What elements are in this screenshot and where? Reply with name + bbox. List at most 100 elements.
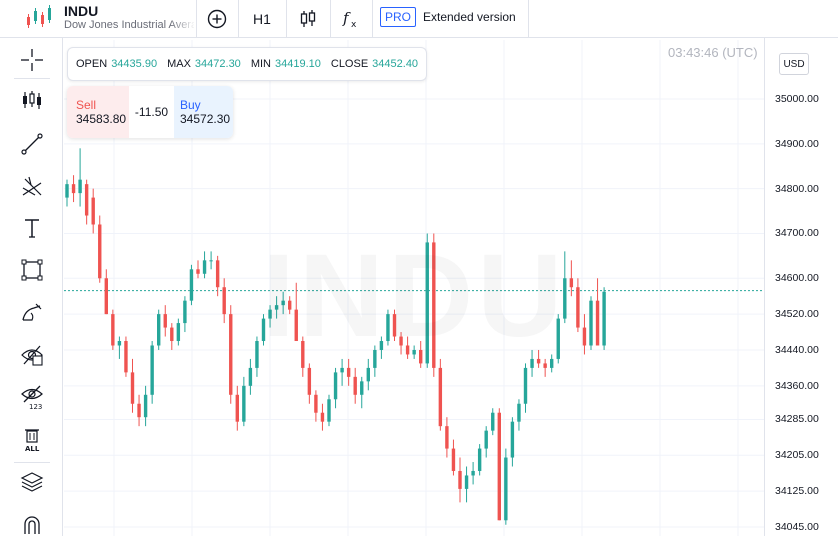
candle <box>229 305 233 404</box>
candle-body <box>340 367 344 373</box>
indicators-button[interactable]: fx <box>331 0 371 38</box>
candle <box>320 403 325 431</box>
price-tick-label: 34520.00 <box>775 308 819 321</box>
candle <box>222 278 226 324</box>
delete-all-label: ALL <box>25 445 40 453</box>
candle-body <box>484 430 488 449</box>
candle-body <box>242 385 246 422</box>
currency-button[interactable]: USD <box>779 53 809 75</box>
candle-body <box>504 457 508 521</box>
toolbar-divider <box>528 0 529 38</box>
candle-body <box>150 345 154 395</box>
buy-price: 34572.30 <box>180 112 231 126</box>
candle <box>484 426 488 458</box>
candle <box>451 439 456 476</box>
trade-panel: Sell 34583.80 -11.50 Buy 34572.30 <box>67 86 233 138</box>
candle-body <box>104 278 108 315</box>
candle <box>157 309 161 350</box>
candle-body <box>569 278 574 288</box>
svg-text:x: x <box>351 20 357 29</box>
candles-icon <box>23 91 41 109</box>
candle <box>202 251 207 279</box>
brush-tool[interactable] <box>19 299 45 325</box>
chart-type-button[interactable] <box>287 0 329 38</box>
candle <box>458 457 462 503</box>
object-tree-tool[interactable] <box>19 469 45 495</box>
candle <box>438 358 443 431</box>
text-tool[interactable] <box>19 215 45 241</box>
candle-body <box>458 470 462 489</box>
price-tick-label: 34800.00 <box>775 182 819 195</box>
sell-label: Sell <box>76 98 97 112</box>
crosshair-icon <box>21 49 43 71</box>
compare-button[interactable] <box>197 0 237 38</box>
candle-body <box>491 412 495 431</box>
candle-body <box>360 381 364 395</box>
price-tick-label: 34045.00 <box>775 521 819 533</box>
fib-tool[interactable] <box>19 173 45 199</box>
candles-icon <box>300 10 316 27</box>
candle-body <box>589 300 593 346</box>
candle <box>143 385 148 427</box>
candle-body <box>124 341 128 373</box>
candle-body <box>170 327 174 342</box>
crosshair-tool[interactable] <box>19 47 45 73</box>
timeframe-button[interactable]: H1 <box>239 0 285 38</box>
candle-body <box>366 367 370 382</box>
candle <box>65 179 69 207</box>
rectangle-tool[interactable] <box>19 257 45 283</box>
candle-body <box>183 300 187 324</box>
candle-body <box>307 367 312 395</box>
chart-style-tool[interactable] <box>19 87 45 113</box>
layers-icon <box>20 472 44 492</box>
candle-body <box>117 341 122 346</box>
price-tick-label: 34600.00 <box>775 272 819 285</box>
candle-body <box>333 372 338 400</box>
candle <box>124 336 128 377</box>
candle <box>353 367 357 404</box>
buy-label: Buy <box>180 98 201 112</box>
candle <box>464 466 469 503</box>
price-tick-label: 34125.00 <box>775 485 819 498</box>
candle-body <box>477 448 482 471</box>
candle <box>589 296 593 350</box>
candle-body <box>543 363 547 368</box>
sell-button[interactable]: Sell 34583.80 <box>67 86 129 138</box>
price-tick-label: 34205.00 <box>775 449 819 462</box>
candle-body <box>98 224 102 279</box>
candle <box>196 260 200 279</box>
max-label: MAX <box>167 58 191 70</box>
candle <box>595 278 600 346</box>
candle-body <box>346 367 351 377</box>
pro-badge[interactable]: PRO <box>380 7 417 27</box>
hide-indicators-icon: 123 <box>21 385 43 410</box>
min-value: 34419.10 <box>274 58 321 70</box>
price-tick-label: 34700.00 <box>775 227 819 240</box>
candle-body <box>327 399 331 422</box>
buy-button[interactable]: Buy 34572.30 <box>174 86 233 138</box>
candle-body <box>445 426 449 449</box>
candle <box>510 417 515 467</box>
candle <box>477 444 482 476</box>
magnet-tool[interactable] <box>19 511 45 537</box>
toolbar-divider <box>372 0 373 38</box>
function-icon: fx <box>342 9 357 29</box>
trend-line-tool[interactable] <box>19 131 45 157</box>
candle <box>117 336 122 359</box>
delete-all-tool[interactable]: ALL <box>19 427 45 453</box>
hide-drawings-tool[interactable] <box>19 342 45 368</box>
candle-body <box>255 341 259 368</box>
hide-indicators-tool[interactable]: 123 <box>19 384 45 410</box>
symbol-title[interactable]: INDU <box>64 3 98 19</box>
svg-text:f: f <box>342 9 351 27</box>
price-axis[interactable]: 35000.00 34900.00 34800.00 34700.00 34600.00… <box>764 38 838 536</box>
candle <box>523 363 528 413</box>
candle <box>314 390 318 422</box>
candle-body <box>229 314 233 395</box>
extended-version-link[interactable]: Extended version <box>423 10 516 24</box>
candle <box>71 175 76 203</box>
tool-divider <box>14 78 50 79</box>
candle <box>189 264 194 306</box>
candle-body <box>71 184 76 194</box>
close-label: CLOSE <box>330 58 369 70</box>
